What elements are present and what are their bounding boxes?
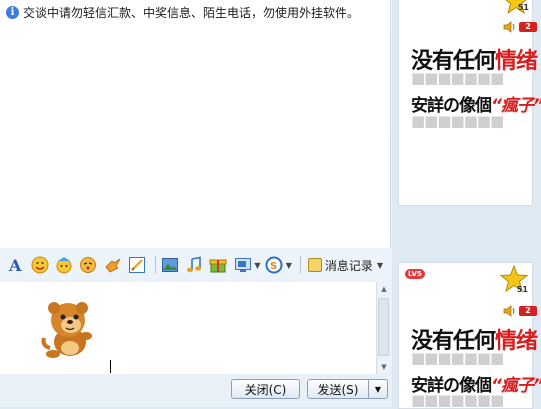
signature-shadow: ■■■■■■■ — [411, 69, 504, 87]
action-bar: 关闭(C) 发送(S) ▼ — [0, 376, 392, 407]
toolbar-separator — [155, 256, 157, 274]
scroll-up-icon[interactable]: ▲ — [377, 282, 391, 296]
scrollbar-thumb[interactable] — [378, 298, 389, 356]
signature-shadow: ■■■■■■■ — [411, 112, 504, 130]
emoji-icon[interactable] — [30, 255, 49, 275]
screenshot-icon[interactable] — [233, 255, 252, 275]
close-button[interactable]: 关闭(C) — [231, 379, 300, 399]
shake-icon[interactable] — [79, 255, 98, 275]
chat-window: i 交谈中请勿轻信汇款、中奖信息、陌生电话，勿使用外挂软件。 A ▼ S ▼ 消… — [0, 0, 392, 407]
q-search-dropdown-icon[interactable]: ▼ — [286, 261, 292, 270]
q-search-icon[interactable]: S — [264, 255, 283, 275]
star-count: 51 — [516, 285, 528, 294]
level-badge: LV5 — [405, 269, 425, 279]
send-options-dropdown[interactable]: ▼ — [368, 379, 388, 399]
signature-shadow: ■■■■■■■ — [411, 349, 504, 367]
message-history-button[interactable]: 消息记录 ▼ — [305, 255, 390, 275]
text-caret — [110, 360, 111, 373]
contact-profile-card-bottom[interactable]: LV5 51 2 没有任何情绪 ■■■■■■■ 安詳の像個“瘋子” ■■■■■■… — [398, 262, 541, 409]
scroll-down-icon[interactable]: ▼ — [377, 360, 391, 374]
speaker-icon — [503, 21, 515, 33]
svg-text:A: A — [8, 256, 22, 274]
font-icon[interactable]: A — [6, 255, 25, 275]
security-notice: i 交谈中请勿轻信汇款、中奖信息、陌生电话，勿使用外挂软件。 — [6, 4, 359, 20]
message-history-label: 消息记录 — [324, 258, 373, 273]
screenshot-dropdown-icon[interactable]: ▼ — [254, 261, 260, 270]
message-input[interactable] — [0, 282, 376, 374]
mascot-animation-icon — [41, 302, 92, 358]
signature-shadow: ■■■■■■■ — [411, 391, 504, 409]
magic-emoji-icon[interactable] — [54, 255, 73, 275]
toolbar-separator — [299, 256, 301, 274]
send-button[interactable]: 发送(S) — [307, 379, 369, 399]
chevron-down-icon: ▼ — [376, 260, 383, 270]
image-icon[interactable] — [160, 255, 179, 275]
message-history[interactable]: i 交谈中请勿轻信汇款、中奖信息、陌生电话，勿使用外挂软件。 — [0, 0, 391, 248]
gift-icon[interactable] — [103, 255, 122, 275]
contact-panel: 51 2 没有任何情绪 ■■■■■■■ 安詳の像個“瘋子” ■■■■■■■ LV… — [392, 0, 541, 409]
speaker-icon — [503, 305, 515, 317]
contact-profile-card-top[interactable]: 51 2 没有任何情绪 ■■■■■■■ 安詳の像個“瘋子” ■■■■■■■ — [398, 0, 541, 206]
notification-badge: 2 — [519, 22, 537, 32]
notification-badge: 2 — [519, 306, 537, 316]
input-scrollbar[interactable]: ▲ ▼ — [376, 282, 391, 374]
chevron-down-icon: ▼ — [374, 384, 382, 394]
scribble-icon[interactable] — [127, 255, 146, 275]
info-icon: i — [6, 5, 19, 19]
security-notice-text: 交谈中请勿轻信汇款、中奖信息、陌生电话，勿使用外挂软件。 — [23, 5, 360, 20]
message-history-icon — [307, 258, 322, 272]
svg-text:S: S — [270, 261, 277, 272]
star-count: 51 — [517, 3, 529, 12]
input-toolbar: A ▼ S ▼ 消息记录 ▼ — [0, 252, 390, 278]
music-icon[interactable] — [185, 255, 204, 275]
send-gift-icon[interactable] — [209, 255, 228, 275]
